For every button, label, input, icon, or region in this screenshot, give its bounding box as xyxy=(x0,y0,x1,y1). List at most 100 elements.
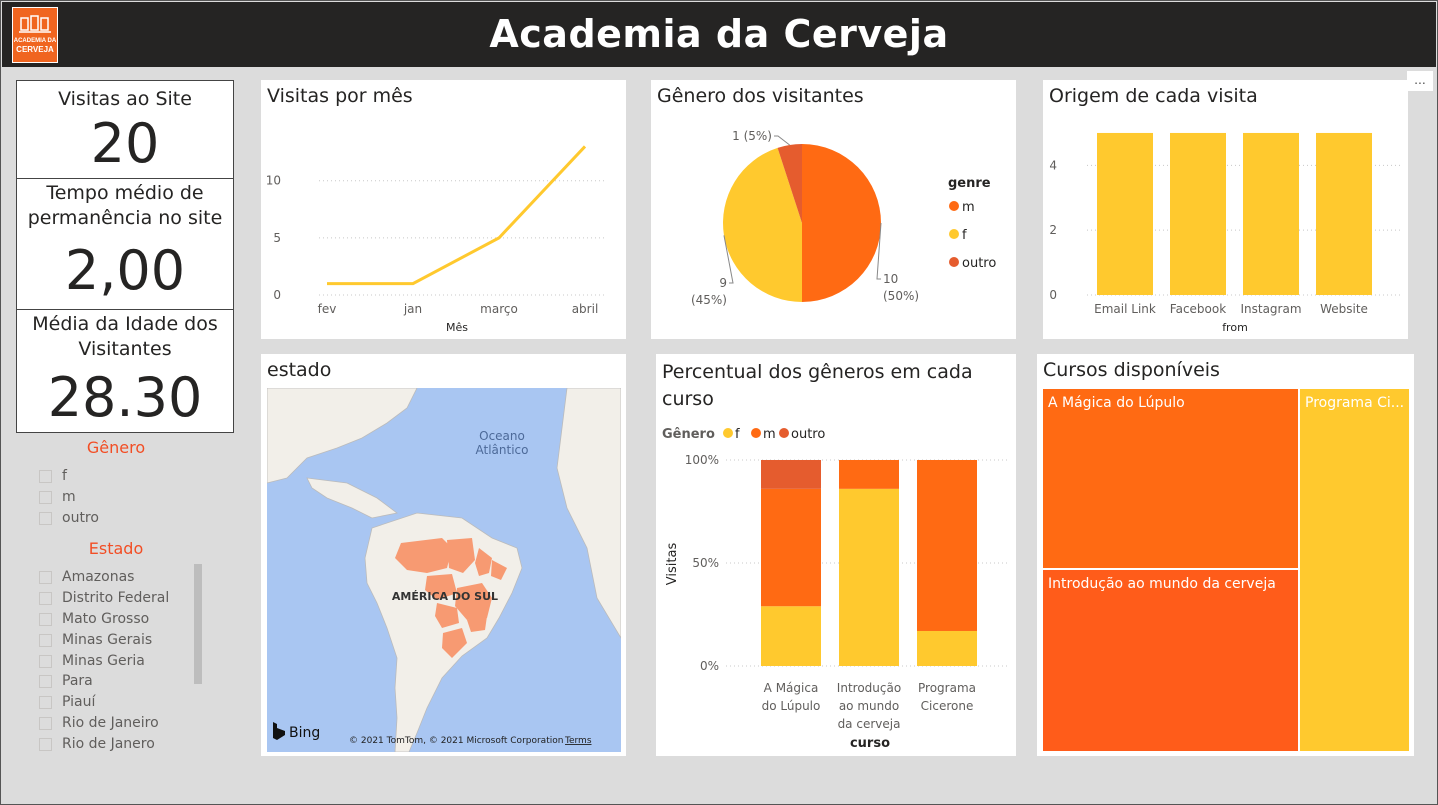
slicer-item-label: Distrito Federal xyxy=(62,590,170,606)
kpi-value: 28.30 xyxy=(47,366,203,429)
slicer-item-label: Mato Grosso xyxy=(62,611,150,627)
slicer-item-label: Piauí xyxy=(62,694,96,710)
slicer-item-distrito-federal[interactable]: Distrito Federal xyxy=(39,588,169,608)
legend-title: Gênero xyxy=(662,427,715,442)
slicer-item-minas-geria[interactable]: Minas Geria xyxy=(39,651,145,671)
treemap-tile[interactable]: Programa Ci... xyxy=(1300,389,1409,751)
kpi-visitas: Visitas ao Site 20 xyxy=(16,80,234,179)
treemap-tile[interactable]: Introdução ao mundo da cerveja xyxy=(1043,570,1298,751)
slicer-item-para[interactable]: Para xyxy=(39,671,93,691)
stacked-bar-chart: Gênero f m outro 0% 50% 100% Visitas A Mágica do … xyxy=(662,427,1008,751)
slicer-item-rio-de-janero[interactable]: Rio de Janero xyxy=(39,734,155,754)
more-options-button[interactable]: ... xyxy=(1407,71,1433,91)
origem-visita-card: Origem de cada visita 0 2 4 Email Link Faceb… xyxy=(1043,80,1408,339)
checkbox[interactable] xyxy=(39,633,52,647)
legend-label: f xyxy=(735,427,740,442)
slicer-item-amazonas[interactable]: Amazonas xyxy=(39,567,134,587)
treemap: A Mágica do Lúpulo Introdução ao mundo da… xyxy=(1043,389,1409,751)
visitas-por-mes-card: Visitas por mês 0 5 10 fev jan março abril Mês xyxy=(261,80,626,339)
checkbox[interactable] xyxy=(39,591,52,605)
pie-data-label: (50%) xyxy=(883,289,919,303)
checkbox[interactable] xyxy=(39,511,52,525)
bar-segment-f xyxy=(839,488,899,666)
checkbox[interactable] xyxy=(39,737,52,751)
x-tick-label: jan xyxy=(403,302,422,316)
map-canvas: Oceano Atlântico AMÉRICA DO SUL Bing © 2… xyxy=(267,388,621,752)
bar xyxy=(1243,132,1299,295)
pie-slice-m xyxy=(802,144,881,302)
x-tick-label: Programa xyxy=(918,681,976,695)
terms-link[interactable]: Terms xyxy=(564,736,592,746)
legend-title: genre xyxy=(948,176,991,191)
checkbox[interactable] xyxy=(39,695,52,709)
checkbox[interactable] xyxy=(39,570,52,584)
map-copyright: © 2021 TomTom, © 2021 Microsoft Corporat… xyxy=(349,736,563,746)
x-tick-label: Website xyxy=(1320,302,1368,316)
kpi-label: Tempo médio de permanência no site xyxy=(27,182,223,229)
percentual-generos-card: Percentual dos gêneros em cada curso Gên… xyxy=(656,354,1016,756)
continent-label: AMÉRICA DO SUL xyxy=(392,590,498,603)
x-tick-label: ao mundo xyxy=(839,699,899,713)
slicer-item-label: Rio de Janero xyxy=(62,736,155,752)
y-axis-title: Visitas xyxy=(665,543,680,586)
slicer-item-label: Rio de Janeiro xyxy=(62,715,159,731)
kpi-tempo-medio: Tempo médio de permanência no site 2,00 xyxy=(16,178,234,310)
kpi-label: Média da Idade dos Visitantes xyxy=(32,313,218,360)
checkbox[interactable] xyxy=(39,674,52,688)
slicer-item-label: Minas Gerais xyxy=(62,632,153,648)
x-tick-label: Facebook xyxy=(1170,302,1226,316)
y-tick-label: 50% xyxy=(692,556,719,570)
kpi-label: Visitas ao Site xyxy=(58,88,192,110)
kpi-value: 20 xyxy=(90,112,160,175)
checkbox[interactable] xyxy=(39,612,52,626)
checkbox[interactable] xyxy=(39,716,52,730)
bar-segment-m xyxy=(839,460,899,489)
pie-data-label: 9 xyxy=(719,276,727,290)
checkbox[interactable] xyxy=(39,469,52,483)
slicer-item-mato-grosso[interactable]: Mato Grosso xyxy=(39,609,149,629)
slicer-scrollbar[interactable] xyxy=(194,564,202,684)
estado-map[interactable]: Oceano Atlântico AMÉRICA DO SUL Bing © 2… xyxy=(267,388,621,752)
slicer-item-minas-gerais[interactable]: Minas Gerais xyxy=(39,630,152,650)
bar-segment-m xyxy=(917,460,977,631)
card-title: estado xyxy=(267,359,332,381)
slicer-item-label: Minas Geria xyxy=(62,653,145,669)
checkbox[interactable] xyxy=(39,490,52,504)
slicer-item-f[interactable]: f xyxy=(39,466,67,486)
y-tick-label: 0 xyxy=(1049,288,1057,302)
legend-label: f xyxy=(962,228,967,243)
pie-chart: 10 (50%) 9 (45%) 1 (5%) genre mf outro xyxy=(691,129,996,307)
bing-logo: Bing xyxy=(273,722,320,741)
slicer-item-label: m xyxy=(62,489,76,505)
series-line xyxy=(327,145,587,286)
slicer-item-piaui[interactable]: Piauí xyxy=(39,692,95,712)
x-tick-label: março xyxy=(480,302,518,316)
legend-marker-outro xyxy=(779,428,789,438)
central-america-land xyxy=(306,477,398,519)
bar xyxy=(1097,132,1153,295)
slicer-item-label: f xyxy=(62,468,67,484)
checkbox[interactable] xyxy=(39,654,52,668)
line-chart: 0 5 10 fev jan março abril Mês xyxy=(266,145,606,334)
ocean-label: Atlântico xyxy=(476,443,529,457)
y-tick-label: 0 xyxy=(273,288,281,302)
slicer-item-m[interactable]: m xyxy=(39,487,76,507)
pie-data-label: 1 (5%) xyxy=(732,129,772,143)
slicer-item-rio-de-janeiro[interactable]: Rio de Janeiro xyxy=(39,713,159,733)
bing-label: Bing xyxy=(289,725,320,741)
legend-label: m xyxy=(962,200,975,215)
kpi-value: 2,00 xyxy=(64,239,186,302)
genero-visitantes-card: Gênero dos visitantes 10 (50%) 9 (45%) 1 (5%… xyxy=(651,80,1016,339)
bing-icon xyxy=(273,722,285,740)
legend-marker-m xyxy=(751,428,761,438)
bar xyxy=(1316,132,1372,295)
slicer-item-label: Amazonas xyxy=(62,569,135,585)
treemap-tile[interactable]: A Mágica do Lúpulo xyxy=(1043,389,1298,568)
legend-label: outro xyxy=(962,256,996,271)
legend-marker-outro xyxy=(949,257,959,267)
x-tick-label: abril xyxy=(572,302,599,316)
slicer-item-outro[interactable]: outro xyxy=(39,508,99,528)
legend-marker-m xyxy=(949,201,959,211)
pie-data-label: (45%) xyxy=(691,293,727,307)
north-america-land xyxy=(267,388,418,484)
